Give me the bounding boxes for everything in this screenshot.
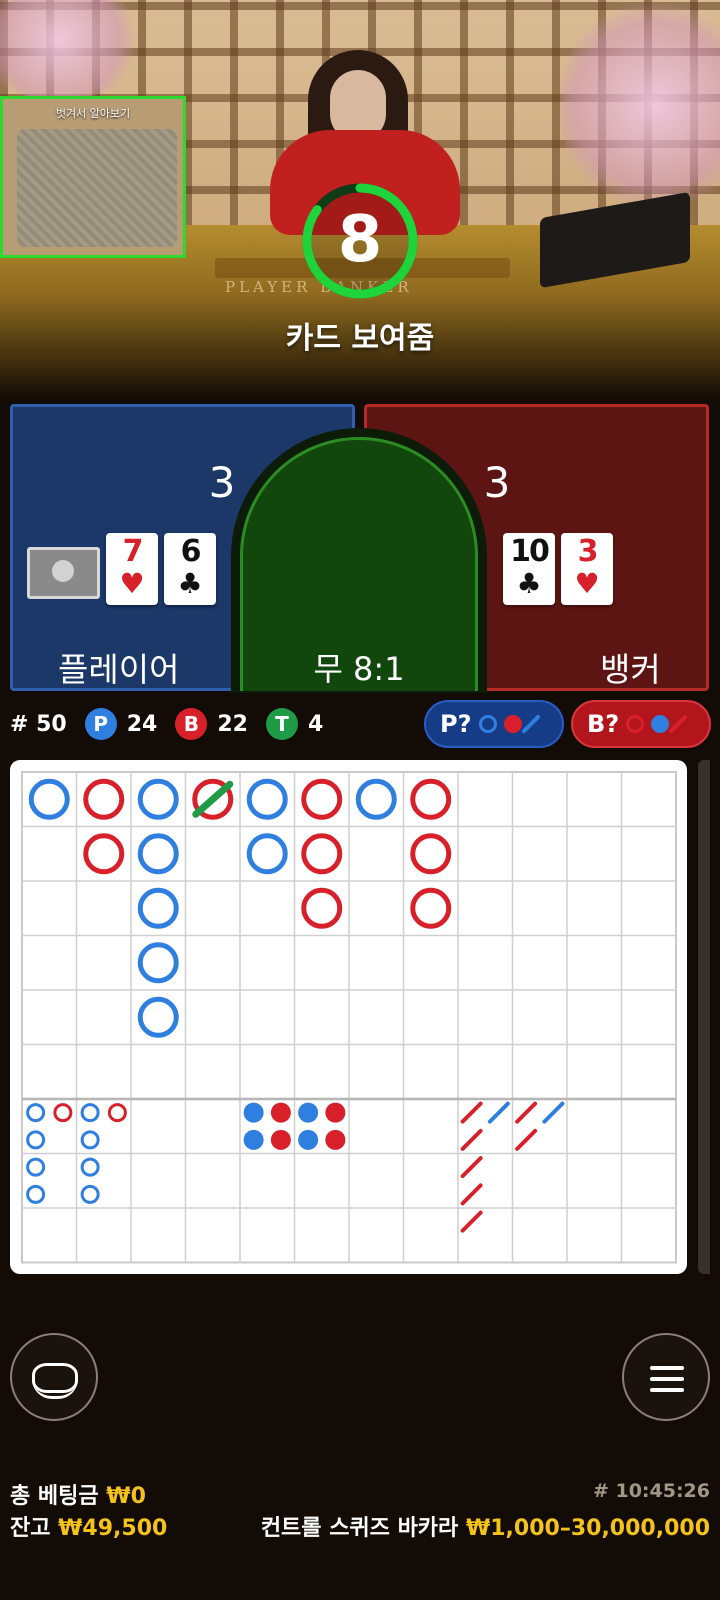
face-down-card xyxy=(27,547,100,599)
banker-card-1: 10 ♣ xyxy=(503,533,555,605)
card-rank: 3 xyxy=(577,534,599,569)
banker-card-2: 3 ♥ xyxy=(561,533,613,605)
scoreboard-roadmap[interactable] xyxy=(10,760,687,1274)
card-suit: ♥ xyxy=(574,567,600,600)
small-road-marker xyxy=(243,1102,264,1123)
player-card-1: 7 ♥ xyxy=(106,533,158,605)
player-predict-button[interactable]: P? xyxy=(424,700,564,748)
game-timestamp: # 10:45:26 xyxy=(592,1480,710,1502)
banker-predict-button[interactable]: B? xyxy=(571,700,711,748)
table-name: 컨트롤 스퀴즈 바카라 xyxy=(260,1516,459,1541)
squeeze-card[interactable] xyxy=(17,129,177,247)
small-road-marker xyxy=(325,1129,346,1150)
card-suit: ♣ xyxy=(516,567,542,600)
cockroach-predict-icon xyxy=(668,714,689,734)
banker-wins-badge: B xyxy=(175,708,208,740)
total-bet-value: ₩0 xyxy=(106,1484,146,1509)
roadmap-grid xyxy=(21,771,677,1264)
big-eye-predict-icon xyxy=(478,715,497,733)
big-eye-predict-icon xyxy=(626,715,645,733)
menu-icon xyxy=(650,1366,684,1370)
small-road-marker xyxy=(270,1102,291,1123)
card-rank: 7 xyxy=(122,534,144,569)
card-suit: ♥ xyxy=(119,567,145,600)
card-rank: 6 xyxy=(180,534,202,569)
balance: 잔고 ₩49,500 xyxy=(10,1510,167,1542)
balance-value: ₩49,500 xyxy=(58,1516,168,1541)
tie-wins-badge: T xyxy=(265,708,298,740)
bet-limits: ₩1,000–30,000,000 xyxy=(465,1516,710,1541)
chip-icon xyxy=(32,1363,78,1399)
menu-icon-line xyxy=(650,1377,684,1381)
banker-label: 뱅커 xyxy=(600,650,661,689)
small-road-marker xyxy=(325,1102,346,1123)
player-label: 플레이어 xyxy=(58,650,180,689)
roadmap-scroll-edge[interactable] xyxy=(698,760,710,1274)
banker-score: 3 xyxy=(483,458,511,507)
player-wins-count: 24 xyxy=(126,711,158,737)
menu-icon-line xyxy=(650,1388,684,1392)
small-road-predict-icon xyxy=(503,715,522,733)
table-info[interactable]: 컨트롤 스퀴즈 바카라 ₩1,000–30,000,000 xyxy=(261,1510,710,1542)
small-road-marker xyxy=(243,1129,264,1150)
total-bet-label: 총 베팅금 xyxy=(10,1484,99,1509)
small-road-marker xyxy=(298,1102,319,1123)
squeeze-pip-window[interactable]: 벗겨서 알아보기 xyxy=(0,96,186,258)
player-score: 3 xyxy=(208,458,236,507)
card-rank: 10 xyxy=(510,534,550,569)
player-predict-label: P? xyxy=(440,710,472,738)
banker-wins-count: 22 xyxy=(217,711,248,737)
pip-title: 벗겨서 알아보기 xyxy=(55,107,131,120)
menu-button[interactable] xyxy=(622,1333,710,1421)
chip-button[interactable] xyxy=(10,1333,98,1421)
banker-predict-label: B? xyxy=(587,710,620,738)
small-road-marker xyxy=(298,1129,319,1150)
round-number: # 50 xyxy=(10,711,67,737)
player-card-2: 6 ♣ xyxy=(164,533,216,605)
small-road-predict-icon xyxy=(651,715,670,733)
cockroach-predict-icon xyxy=(520,714,541,734)
game-status-text: 카드 보여줌 xyxy=(285,321,435,356)
balance-label: 잔고 xyxy=(10,1516,51,1541)
total-bet: 총 베팅금 ₩0 xyxy=(10,1478,146,1510)
countdown-number: 8 xyxy=(337,203,383,277)
card-suit: ♣ xyxy=(177,567,203,600)
stats-bar: # 50 P 24 B 22 T 4 xyxy=(10,706,323,742)
tie-wins-count: 4 xyxy=(307,711,324,737)
player-wins-badge: P xyxy=(84,708,117,740)
tie-label: 무 8:1 xyxy=(313,650,405,688)
small-road-marker xyxy=(270,1129,291,1150)
